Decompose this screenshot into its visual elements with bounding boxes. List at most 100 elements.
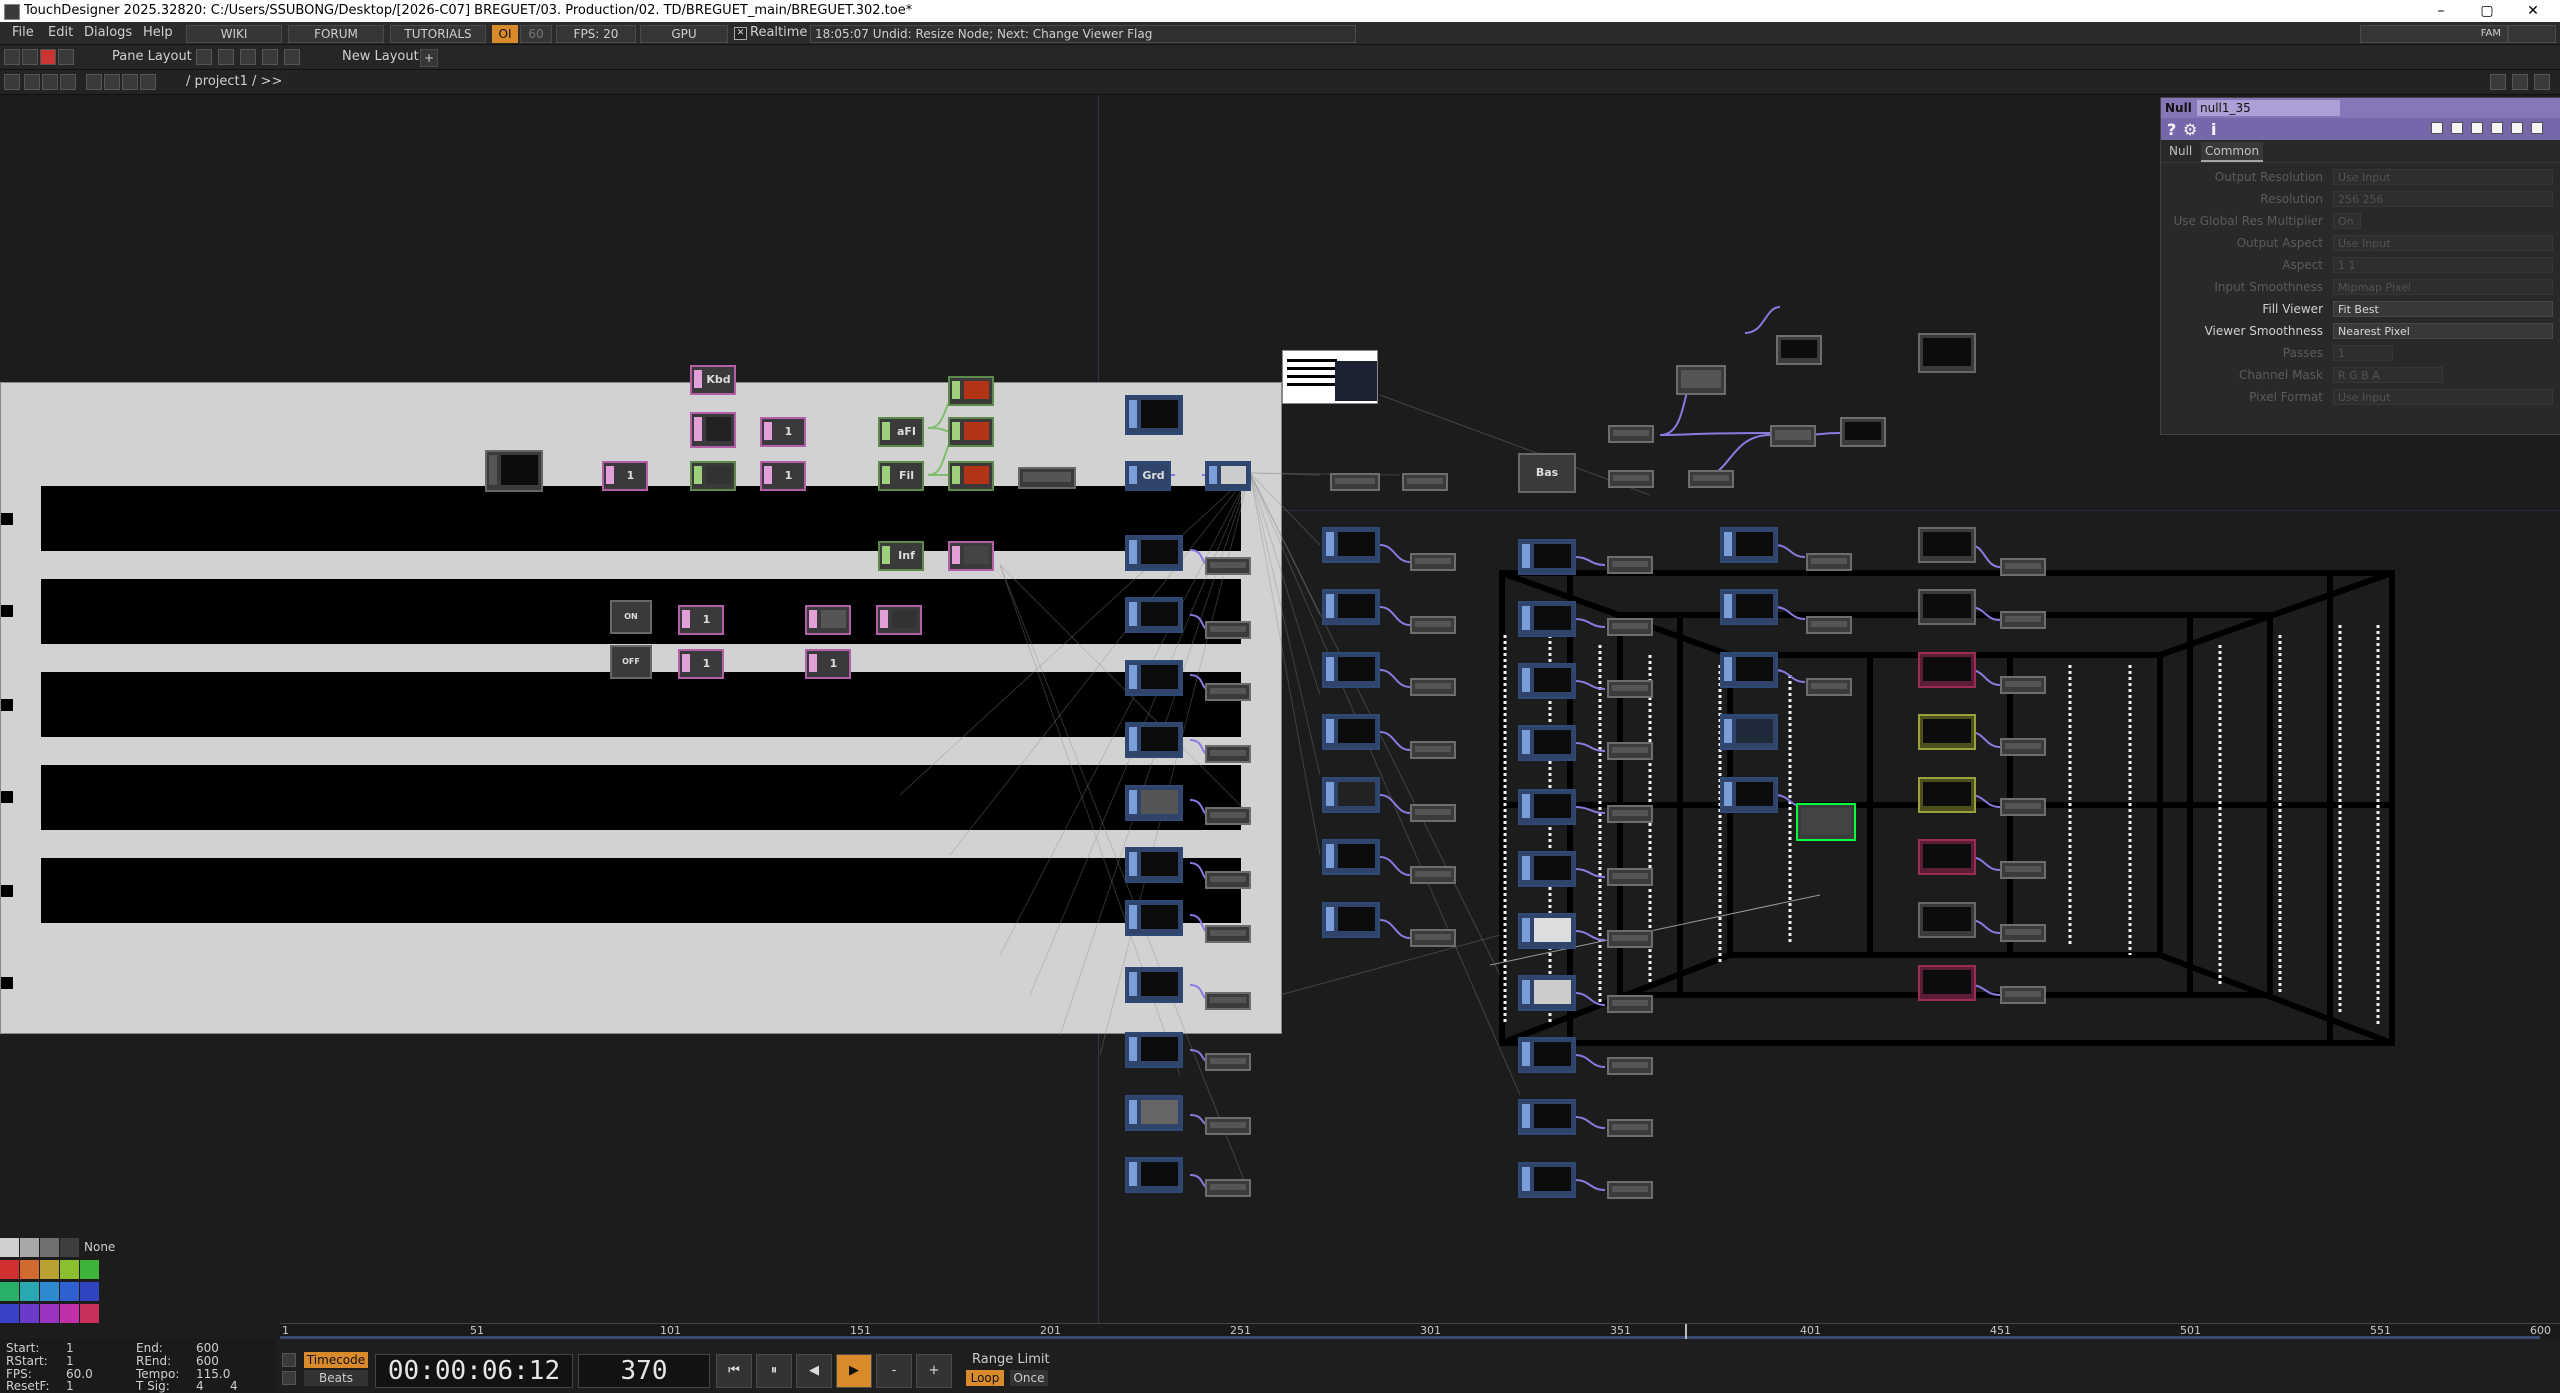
minimize-button[interactable]: –: [2418, 0, 2464, 22]
node-top-c2-2[interactable]: [1322, 589, 1380, 625]
play-button[interactable]: ▶: [836, 1354, 872, 1388]
node-off[interactable]: OFF: [610, 645, 652, 679]
node-top-c3-3[interactable]: [1518, 663, 1576, 699]
node-null-tr-7[interactable]: [1840, 417, 1886, 447]
node-afi[interactable]: aFI: [878, 417, 924, 447]
node-null-c1-8[interactable]: [1205, 992, 1251, 1010]
node-top-c2-7[interactable]: [1322, 902, 1380, 938]
step-back-button[interactable]: ◀: [796, 1354, 832, 1388]
node-chop-e[interactable]: [948, 541, 994, 571]
node-null-c2-top[interactable]: [1330, 473, 1380, 491]
param-row-input-smoothness[interactable]: Input Smoothness Mipmap Pixel: [2161, 276, 2560, 298]
node-null-tr-2[interactable]: [1776, 335, 1822, 365]
node-null-c2-top-b[interactable]: [1402, 473, 1448, 491]
node-top-c4-4[interactable]: [1720, 714, 1778, 750]
menu-help[interactable]: Help: [143, 22, 173, 44]
search-icon[interactable]: [122, 74, 138, 90]
add-layout-button[interactable]: +: [420, 49, 438, 67]
node-top-c5-2[interactable]: [1918, 589, 1976, 625]
param-row-channel-mask[interactable]: Channel Mask R G B A: [2161, 364, 2560, 386]
playhead[interactable]: [1685, 1324, 1687, 1340]
swatch-teal[interactable]: [20, 1282, 39, 1301]
swatch-sky[interactable]: [40, 1282, 59, 1301]
node-null-c3-10[interactable]: [1607, 1119, 1653, 1137]
time-settings[interactable]: Start: 1 End: 600 RStart: 1 REnd: 600 FP…: [0, 1339, 276, 1393]
swatch-mint[interactable]: [0, 1282, 19, 1301]
node-top-c3-2[interactable]: [1518, 601, 1576, 637]
param-row-output-resolution[interactable]: Output Resolution Use Input: [2161, 166, 2560, 188]
swatch-violet[interactable]: [20, 1304, 39, 1323]
param-row-output-aspect[interactable]: Output Aspect Use Input: [2161, 232, 2560, 254]
node-top-c2-6[interactable]: [1322, 839, 1380, 875]
swatch-light-grey[interactable]: [0, 1238, 19, 1257]
node-null-c5-5[interactable]: [2000, 798, 2046, 816]
node-null-c2-6[interactable]: [1410, 866, 1456, 884]
node-null-c3-5[interactable]: [1607, 805, 1653, 823]
chevron-down-icon[interactable]: [4, 74, 20, 90]
transport-option-2[interactable]: [282, 1371, 296, 1385]
settings-icon[interactable]: ⚙: [2183, 120, 2197, 139]
node-null-c2-5[interactable]: [1410, 804, 1456, 822]
swatch-charcoal[interactable]: [60, 1238, 79, 1257]
pane-icon-3[interactable]: [58, 49, 74, 65]
node-inf[interactable]: Inf: [878, 541, 924, 571]
menu-file[interactable]: File: [12, 22, 34, 44]
realtime-sixty[interactable]: 60: [520, 25, 552, 43]
pane-close-icon[interactable]: [2534, 74, 2550, 90]
node-top-c5-7[interactable]: [1918, 902, 1976, 938]
node-top-c3-8[interactable]: [1518, 975, 1576, 1011]
swatch-navy[interactable]: [80, 1282, 99, 1301]
tab-null[interactable]: Null: [2169, 140, 2192, 162]
layout-4-icon[interactable]: [262, 49, 278, 65]
node-null-c1-11[interactable]: [1205, 1179, 1251, 1197]
node-on[interactable]: ON: [610, 600, 652, 634]
node-chop-a[interactable]: [690, 412, 736, 448]
node-null-c4-2[interactable]: [1806, 616, 1852, 634]
menu-dialogs[interactable]: Dialogs: [84, 22, 132, 44]
node-null-c1-3[interactable]: [1205, 683, 1251, 701]
node-null-c1-10[interactable]: [1205, 1117, 1251, 1135]
node-top-c1-8[interactable]: [1125, 967, 1183, 1003]
node-dat-a[interactable]: [690, 461, 736, 491]
swatch-lime[interactable]: [60, 1260, 79, 1279]
node-null-c3-8[interactable]: [1607, 995, 1653, 1013]
node-null-c3-3[interactable]: [1607, 680, 1653, 698]
speed-minus-button[interactable]: -: [876, 1354, 912, 1388]
node-null-c4-3[interactable]: [1806, 678, 1852, 696]
node-strip-a[interactable]: [1018, 467, 1076, 489]
info-icon[interactable]: i: [2211, 120, 2216, 139]
node-top-c1-11[interactable]: [1125, 1157, 1183, 1193]
param-row-global-res[interactable]: Use Global Res Multiplier On: [2161, 210, 2560, 232]
rewind-button[interactable]: ⏮: [716, 1354, 752, 1388]
param-op-name[interactable]: null1_35: [2197, 100, 2340, 116]
swatch-pink[interactable]: [80, 1304, 99, 1323]
swatch-dark-grey[interactable]: [40, 1238, 59, 1257]
lang-icon[interactable]: [2471, 122, 2483, 134]
layout-5-icon[interactable]: [284, 49, 300, 65]
swatch-indigo[interactable]: [0, 1304, 19, 1323]
layout-1-icon[interactable]: [196, 49, 212, 65]
node-chop-b[interactable]: 1: [760, 417, 806, 447]
param-row-pixel-format[interactable]: Pixel Format Use Input: [2161, 386, 2560, 408]
target-icon[interactable]: [2531, 122, 2543, 134]
node-top-c1-1[interactable]: [1125, 535, 1183, 571]
node-null-tr-1[interactable]: [1676, 365, 1726, 395]
node-null-c4-1[interactable]: [1806, 553, 1852, 571]
swatch-magenta[interactable]: [60, 1304, 79, 1323]
node-top-c4-5[interactable]: [1720, 777, 1778, 813]
parameter-panel[interactable]: Null null1_35 ? ⚙ i Null Common Output R…: [2160, 97, 2560, 435]
node-image-c[interactable]: [948, 461, 994, 491]
node-top-c2-1[interactable]: [1322, 527, 1380, 563]
pane-icon-1[interactable]: [4, 49, 20, 65]
pane-split-icon[interactable]: [2512, 74, 2528, 90]
pane-icon-2[interactable]: [22, 49, 38, 65]
node-top-c3-10[interactable]: [1518, 1099, 1576, 1135]
node-null-c5-6[interactable]: [2000, 861, 2046, 879]
help-icon[interactable]: ?: [2167, 120, 2176, 139]
node-grd[interactable]: Grd: [1125, 461, 1171, 491]
node-top-c2-5[interactable]: [1322, 777, 1380, 813]
node-comp-viewer[interactable]: [485, 450, 543, 492]
node-top-c1-5[interactable]: [1125, 785, 1183, 821]
node-null-selected[interactable]: [1796, 803, 1856, 841]
node-chop-g[interactable]: 1: [678, 649, 724, 679]
